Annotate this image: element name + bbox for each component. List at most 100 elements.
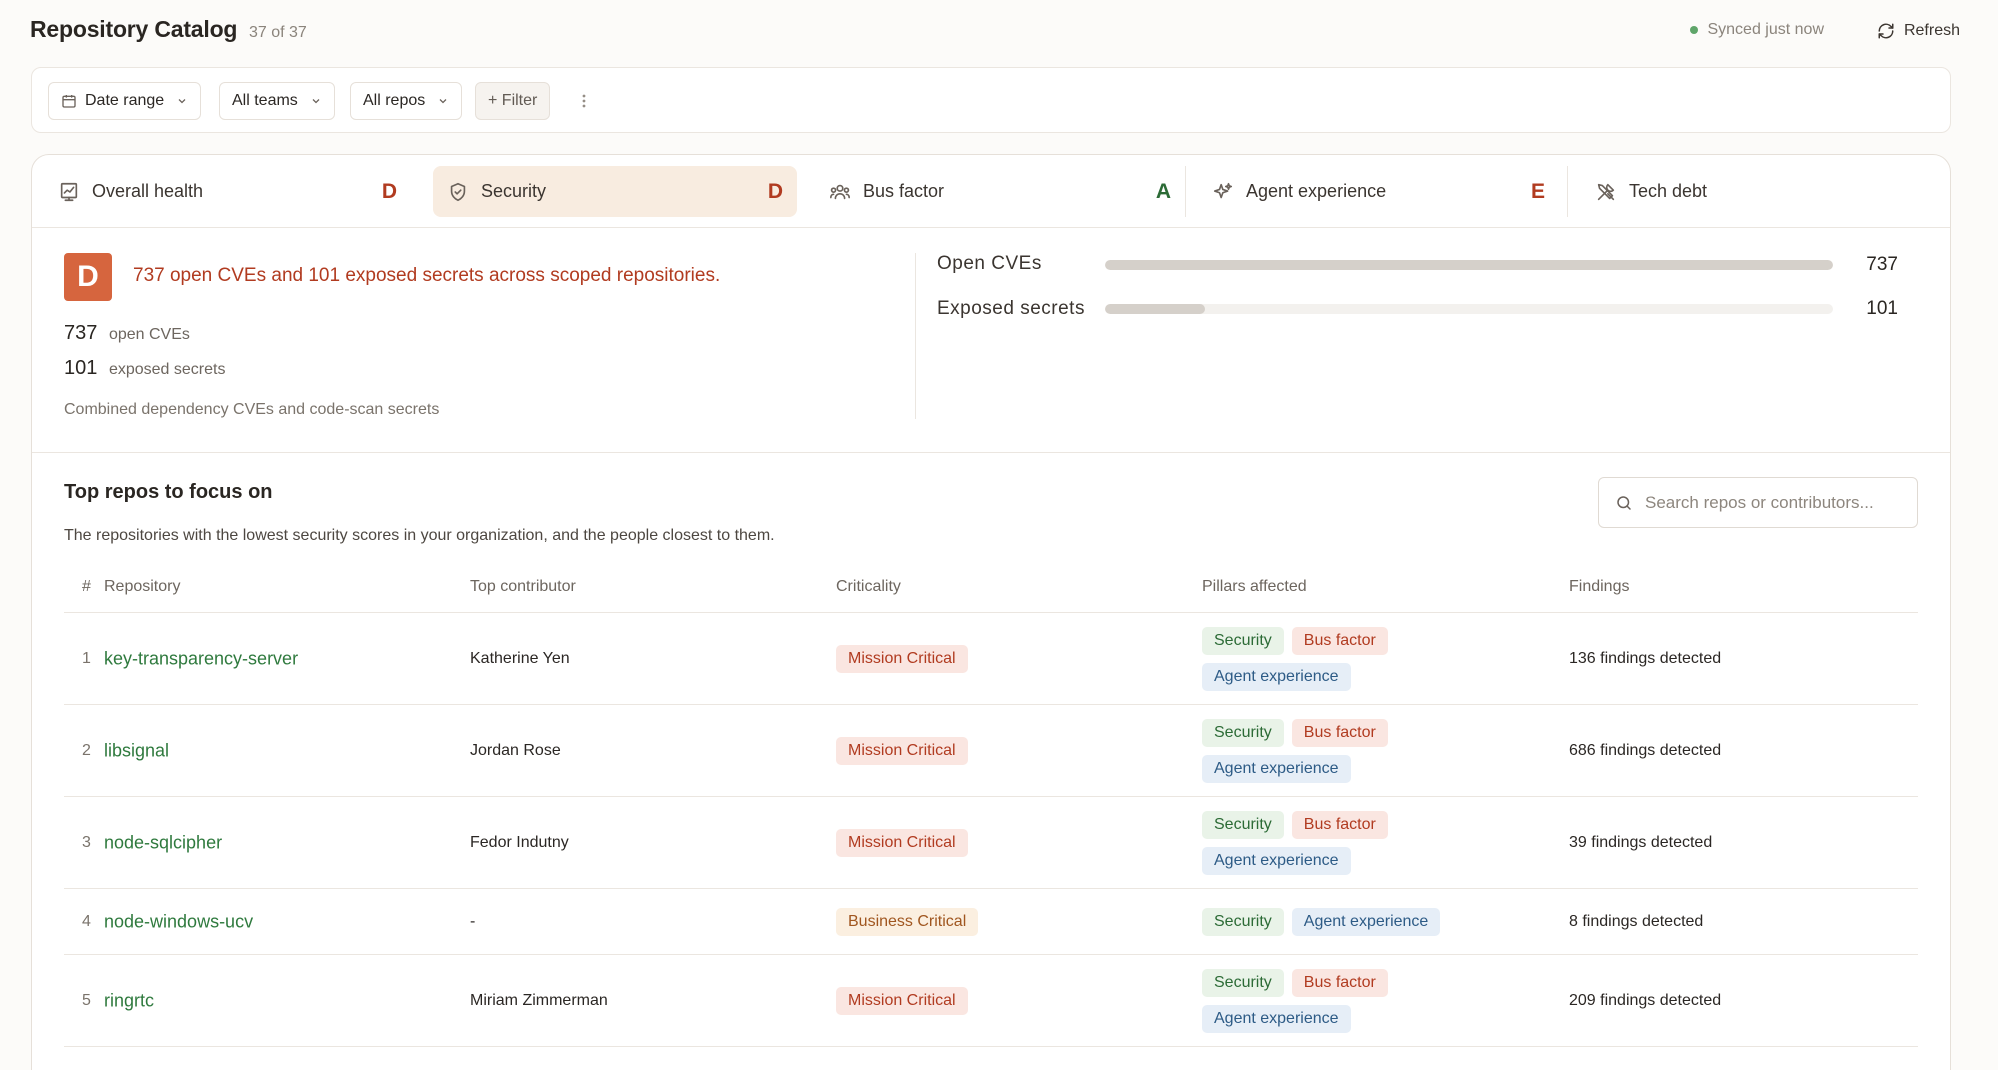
summary-headline: 737 open CVEs and 101 exposed secrets ac… [133,265,721,286]
search-input[interactable] [1645,492,1885,513]
table-row[interactable]: 1 key-transparency-server Katherine Yen Mis… [64,613,1918,705]
section-divider [32,452,1950,453]
criticality-badge: Mission Critical [836,986,968,1015]
grade-badge: D [64,253,112,301]
row-rank: 4 [82,912,91,930]
repos-filter[interactable]: All repos [350,82,463,120]
top-contributor: Fedor Indutny [470,833,569,851]
repos-filter-label: All repos [363,92,426,109]
cve-stat-label: open CVEs [108,326,190,343]
security-panel: Overall health D Security D Bus factor A… [31,154,1951,1070]
pillar-badge: Security [1202,810,1284,839]
pillar-badge: Security [1202,968,1284,997]
tab-label: Bus factor [863,181,945,201]
secrets-stat-value: 101 [64,357,98,379]
refresh-button[interactable]: Refresh [1869,14,1968,48]
column-header-findings[interactable]: Findings [1569,578,1629,596]
page-title: Repository Catalog [30,16,238,42]
pillars-cell: Security Bus factor Agent experience [1202,718,1462,783]
chevron-down-icon [437,95,449,107]
pillar-tabs: Overall health D Security D Bus factor A… [32,155,1950,228]
table-row[interactable]: 4 node-windows-ucv - Business Critical Secur… [64,889,1918,955]
criticality-cell: Mission Critical [836,828,968,857]
tab-agent-experience[interactable]: Agent experience E [1198,166,1559,217]
date-range-filter[interactable]: Date range [48,82,202,120]
shield-icon [447,181,469,203]
secrets-stat-label: exposed secrets [108,361,226,378]
column-header-repository[interactable]: Repository [104,578,180,596]
tab-label: Agent experience [1246,181,1387,201]
secrets-bar-track [1105,304,1833,314]
row-rank: 2 [82,741,91,759]
criticality-badge: Mission Critical [836,644,968,673]
column-header-contributor[interactable]: Top contributor [470,578,576,596]
table-row[interactable]: 5 ringrtc Miriam Zimmerman Mission Critical… [64,955,1918,1047]
criticality-cell: Mission Critical [836,986,968,1015]
findings-count: 686 findings detected [1569,741,1722,759]
teams-filter[interactable]: All teams [219,82,335,120]
tab-tech-debt[interactable]: Tech debt [1581,166,1941,217]
cve-stat-value: 737 [64,322,98,344]
secrets-stat: 101 exposed secrets [64,357,225,380]
chevron-down-icon [176,95,188,107]
pillars-cell: Security Agent experience [1202,907,1462,936]
row-rank: 3 [82,833,91,851]
pillar-badge: Agent experience [1202,846,1351,875]
top-contributor: - [470,912,476,930]
column-header-criticality[interactable]: Criticality [836,578,901,596]
summary-note: Combined dependency CVEs and code-scan s… [64,401,440,418]
repo-link[interactable]: node-windows-ucv [104,911,253,932]
tab-label: Tech debt [1629,181,1708,201]
findings-count: 39 findings detected [1569,833,1713,851]
criticality-cell: Mission Critical [836,644,968,673]
repo-link[interactable]: node-sqlcipher [104,832,222,853]
sparkle-icon [1212,181,1234,203]
row-rank: 5 [82,991,91,1009]
tab-bus-factor[interactable]: Bus factor A [815,166,1185,217]
pillar-badge: Bus factor [1291,718,1388,747]
section-subtitle: The repositories with the lowest securit… [64,527,775,544]
tab-grade: E [1530,179,1545,203]
cve-bar-fill [1105,260,1833,270]
criticality-cell: Business Critical [836,907,979,936]
criticality-badge: Mission Critical [836,736,968,765]
add-filter-button[interactable]: + Filter [475,82,551,120]
pillar-badge: Security [1202,626,1284,655]
cve-bar-label: Open CVEs [937,253,1042,274]
cve-bar-value: 737 [1866,254,1898,275]
tab-overall-health[interactable]: Overall health D [44,166,411,217]
chart-icon [58,181,80,203]
sync-status-label: Synced just now [1707,21,1824,38]
table-row[interactable]: 2 libsignal Jordan Rose Mission Critical Sec… [64,705,1918,797]
findings-count: 136 findings detected [1569,649,1722,667]
column-header-rank: # [82,578,91,595]
filter-bar: Date range All teams All repos + Filter [31,67,1951,133]
pillar-badge: Agent experience [1202,1004,1351,1033]
sync-status: Synced just now [1690,21,1824,39]
tab-label: Overall health [92,181,204,201]
people-icon [829,181,851,203]
pillar-badge: Agent experience [1202,662,1351,691]
repo-link[interactable]: ringrtc [104,990,154,1011]
pillar-badge: Agent experience [1291,907,1441,936]
tab-label: Security [481,181,547,201]
pillar-badge: Bus factor [1291,626,1388,655]
secrets-bar-label: Exposed secrets [937,298,1085,319]
teams-filter-label: All teams [232,92,298,109]
column-header-pillars[interactable]: Pillars affected [1202,578,1307,596]
more-options-icon[interactable] [574,90,594,112]
repo-link[interactable]: libsignal [104,740,169,761]
tools-icon [1595,181,1617,203]
table-row[interactable]: 3 node-sqlcipher Fedor Indutny Mission Crit… [64,797,1918,889]
pillar-badge: Security [1202,718,1284,747]
sync-dot-icon [1690,26,1699,34]
cve-stat: 737 open CVEs [64,322,190,345]
tab-security[interactable]: Security D [433,166,797,217]
tab-grade: A [1155,179,1171,203]
secrets-bar-fill [1105,304,1205,314]
pillar-badge: Bus factor [1291,810,1388,839]
repo-count: 37 of 37 [249,24,307,41]
section-title: Top repos to focus on [64,481,273,503]
row-rank: 1 [82,649,91,667]
repo-link[interactable]: key-transparency-server [104,648,298,669]
